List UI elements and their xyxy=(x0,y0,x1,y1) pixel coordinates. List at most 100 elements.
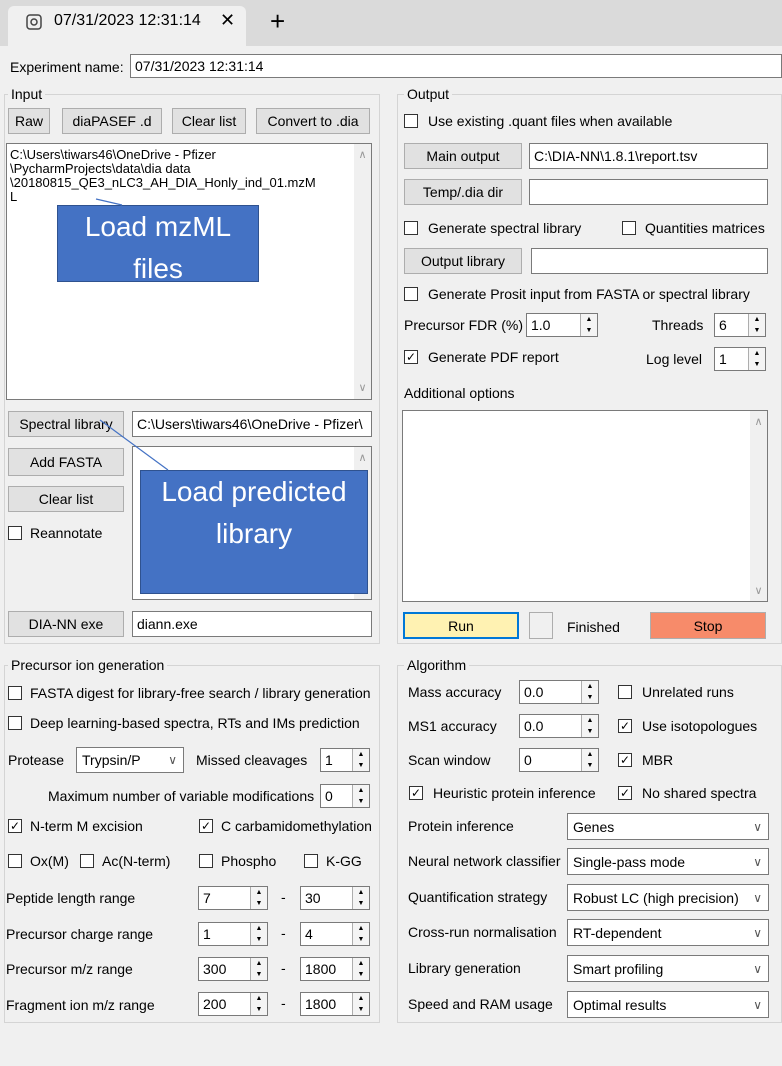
nn-classifier-label: Neural network classifier xyxy=(408,853,561,869)
peptide-length-max[interactable]: 30 ▲ ▼ xyxy=(300,886,370,910)
output-library-button[interactable]: Output library xyxy=(404,248,522,274)
temp-dir-button[interactable]: Temp/.dia dir xyxy=(404,179,522,205)
peptide-length-min[interactable]: 7 ▲ ▼ xyxy=(198,886,268,910)
spinner-arrows-icon[interactable]: ▲ ▼ xyxy=(250,887,267,909)
library-generation-select[interactable]: Smart profiling ∨ xyxy=(567,955,769,982)
spinner-arrows-icon[interactable]: ▲ ▼ xyxy=(581,715,598,737)
missed-cleavages-spinner[interactable]: 1 ▲ ▼ xyxy=(320,748,370,772)
phospho-checkbox[interactable] xyxy=(199,854,213,868)
chevron-down-icon: ∨ xyxy=(753,819,762,834)
mz-range-label: Precursor m/z range xyxy=(6,961,133,977)
heuristic-checkbox[interactable]: ✓ xyxy=(409,786,423,800)
spinner-arrows-icon[interactable]: ▲ ▼ xyxy=(580,314,597,336)
chevron-down-icon: ∨ xyxy=(753,854,762,869)
quant-matrices-checkbox[interactable] xyxy=(622,221,636,235)
gen-pdf-label: Generate PDF report xyxy=(428,349,559,365)
range-dash: - xyxy=(281,925,286,941)
main-output-input[interactable]: C:\DIA-NN\1.8.1\report.tsv xyxy=(529,143,768,169)
no-shared-spectra-checkbox[interactable]: ✓ xyxy=(618,786,632,800)
options-scrollbar[interactable]: ∧ ∨ xyxy=(750,411,767,601)
charge-range-min[interactable]: 1 ▲ ▼ xyxy=(198,922,268,946)
diann-exe-input[interactable]: diann.exe xyxy=(132,611,372,637)
additional-options-input[interactable]: ∧ ∨ xyxy=(402,410,768,602)
gen-pdf-checkbox[interactable]: ✓ xyxy=(404,350,418,364)
temp-dir-input[interactable] xyxy=(529,179,768,205)
main-output-button[interactable]: Main output xyxy=(404,143,522,169)
log-level-spinner[interactable]: 1 ▲ ▼ xyxy=(714,347,766,371)
range-dash: - xyxy=(281,995,286,1011)
max-var-mods-spinner[interactable]: 0 ▲ ▼ xyxy=(320,784,370,808)
charge-range-max[interactable]: 4 ▲ ▼ xyxy=(300,922,370,946)
peptide-length-label: Peptide length range xyxy=(6,890,136,906)
gen-spectral-lib-checkbox[interactable] xyxy=(404,221,418,235)
spinner-arrows-icon[interactable]: ▲ ▼ xyxy=(748,348,765,370)
unrelated-runs-checkbox[interactable] xyxy=(618,685,632,699)
spinner-arrows-icon[interactable]: ▲ ▼ xyxy=(352,887,369,909)
speed-ram-select[interactable]: Optimal results ∨ xyxy=(567,991,769,1018)
gen-prosit-checkbox[interactable] xyxy=(404,287,418,301)
algorithm-group-label: Algorithm xyxy=(404,657,470,673)
mz-range-max[interactable]: 1800 ▲ ▼ xyxy=(300,957,370,981)
nterm-m-checkbox[interactable]: ✓ xyxy=(8,819,22,833)
fragment-range-max[interactable]: 1800 ▲ ▼ xyxy=(300,992,370,1016)
scan-window-spinner[interactable]: 0 ▲ ▼ xyxy=(519,748,599,772)
precursor-fdr-spinner[interactable]: 1.0 ▲ ▼ xyxy=(526,313,598,337)
precursor-fdr-label: Precursor FDR (%) xyxy=(404,317,524,333)
scroll-up-icon[interactable]: ∧ xyxy=(750,411,767,428)
spinner-arrows-icon[interactable]: ▲ ▼ xyxy=(352,749,369,771)
spinner-arrows-icon[interactable]: ▲ ▼ xyxy=(250,993,267,1015)
ms1-accuracy-spinner[interactable]: 0.0 ▲ ▼ xyxy=(519,714,599,738)
spinner-arrows-icon[interactable]: ▲ ▼ xyxy=(581,749,598,771)
use-existing-checkbox[interactable] xyxy=(404,114,418,128)
spinner-arrows-icon[interactable]: ▲ ▼ xyxy=(250,923,267,945)
spinner-arrows-icon[interactable]: ▲ ▼ xyxy=(748,314,765,336)
threads-spinner[interactable]: 6 ▲ ▼ xyxy=(714,313,766,337)
spinner-arrows-icon[interactable]: ▲ ▼ xyxy=(352,958,369,980)
chevron-down-icon: ∨ xyxy=(753,961,762,976)
fragment-range-min[interactable]: 200 ▲ ▼ xyxy=(198,992,268,1016)
use-isotopologues-label: Use isotopologues xyxy=(642,718,758,734)
quant-strategy-select[interactable]: Robust LC (high precision) ∨ xyxy=(567,884,769,911)
spinner-arrows-icon[interactable]: ▲ ▼ xyxy=(352,993,369,1015)
charge-range-label: Precursor charge range xyxy=(6,926,154,942)
mbr-label: MBR xyxy=(642,752,674,768)
output-group-label: Output xyxy=(404,86,453,102)
normalisation-select[interactable]: RT-dependent ∨ xyxy=(567,919,769,946)
library-generation-label: Library generation xyxy=(408,960,521,976)
spinner-arrows-icon[interactable]: ▲ ▼ xyxy=(250,958,267,980)
gen-spectral-lib-label: Generate spectral library xyxy=(428,220,582,236)
deep-learning-checkbox[interactable] xyxy=(8,716,22,730)
protease-select[interactable]: Trypsin/P ∨ xyxy=(76,747,184,773)
spinner-arrows-icon[interactable]: ▲ ▼ xyxy=(581,681,598,703)
mbr-checkbox[interactable]: ✓ xyxy=(618,753,632,767)
scroll-down-icon[interactable]: ∨ xyxy=(750,584,767,597)
diann-exe-button[interactable]: DIA-NN exe xyxy=(8,611,124,637)
scan-window-label: Scan window xyxy=(408,752,491,768)
spinner-arrows-icon[interactable]: ▲ ▼ xyxy=(352,923,369,945)
use-isotopologues-checkbox[interactable]: ✓ xyxy=(618,719,632,733)
spinner-arrows-icon[interactable]: ▲ ▼ xyxy=(352,785,369,807)
phospho-label: Phospho xyxy=(221,853,277,869)
threads-label: Threads xyxy=(652,317,704,333)
mz-range-min[interactable]: 300 ▲ ▼ xyxy=(198,957,268,981)
fasta-digest-checkbox[interactable] xyxy=(8,686,22,700)
no-shared-spectra-label: No shared spectra xyxy=(642,785,757,801)
protein-inference-label: Protein inference xyxy=(408,818,514,834)
run-button[interactable]: Run xyxy=(403,612,519,639)
ac-checkbox[interactable] xyxy=(80,854,94,868)
output-library-input[interactable] xyxy=(531,248,768,274)
kgg-checkbox[interactable] xyxy=(304,854,318,868)
missed-cleavages-label: Missed cleavages xyxy=(196,752,308,768)
finished-label: Finished xyxy=(567,619,620,635)
c-carb-checkbox[interactable]: ✓ xyxy=(199,819,213,833)
mass-accuracy-spinner[interactable]: 0.0 ▲ ▼ xyxy=(519,680,599,704)
range-dash: - xyxy=(281,960,286,976)
log-level-value: 1 xyxy=(719,351,727,367)
nn-classifier-select[interactable]: Single-pass mode ∨ xyxy=(567,848,769,875)
protein-inference-select[interactable]: Genes ∨ xyxy=(567,813,769,840)
range-dash: - xyxy=(281,889,286,905)
ox-checkbox[interactable] xyxy=(8,854,22,868)
precursor-fdr-value: 1.0 xyxy=(531,317,551,333)
gen-prosit-label: Generate Prosit input from FASTA or spec… xyxy=(428,286,750,302)
stop-button[interactable]: Stop xyxy=(650,612,766,639)
